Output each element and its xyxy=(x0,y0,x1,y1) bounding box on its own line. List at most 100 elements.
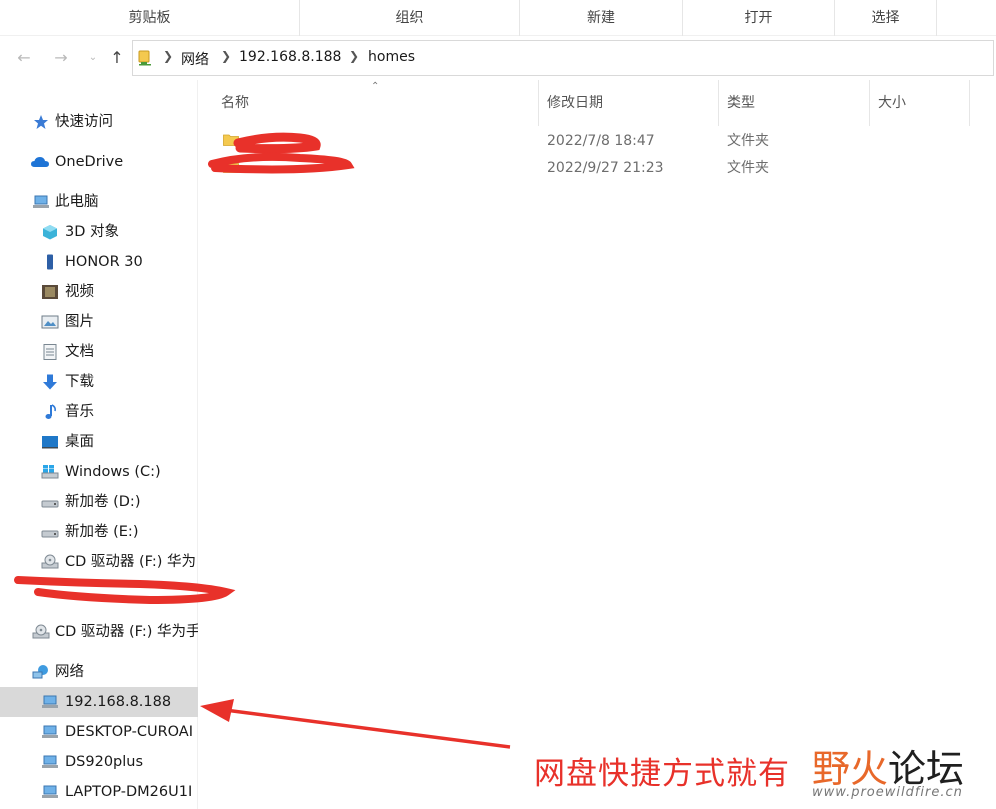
cloud-icon xyxy=(31,157,49,167)
sidebar-item-music[interactable]: 音乐 xyxy=(0,397,198,427)
cube-icon xyxy=(43,225,57,240)
sidebar-item-downloads[interactable]: 下载 xyxy=(0,367,198,397)
address-bar[interactable]: ❯ 网络 ❯ 192.168.8.188 ❯ homes xyxy=(132,40,994,76)
sidebar-item-label: 快速访问 xyxy=(55,114,113,130)
breadcrumb-separator-icon: ❯ xyxy=(349,49,360,63)
document-icon xyxy=(43,344,57,360)
computer-icon xyxy=(33,195,49,208)
sidebar-item-label: 新加卷 (D:) xyxy=(65,494,141,510)
film-icon xyxy=(42,285,58,299)
table-row[interactable]: 2022/9/27 21:23 文件夹 xyxy=(199,155,996,181)
sidebar-item-label: HONOR 30 xyxy=(65,254,143,270)
file-type: 文件夹 xyxy=(727,133,769,149)
sidebar-item-label: 音乐 xyxy=(65,404,94,420)
up-arrow-icon[interactable]: ↑ xyxy=(108,48,126,68)
sidebar-item-label: 新加卷 (E:) xyxy=(65,524,139,540)
sidebar-item-drive-d[interactable]: 新加卷 (D:) xyxy=(0,487,198,517)
column-header-size[interactable]: 大小 xyxy=(870,80,970,126)
sidebar-item-label: OneDrive xyxy=(55,154,124,170)
forward-arrow-icon[interactable]: → xyxy=(52,48,70,68)
sidebar-item-label: LAPTOP-DM26U1I xyxy=(65,784,193,800)
folder-icon xyxy=(223,161,239,173)
sidebar-item-quick-access[interactable]: 快速访问 xyxy=(0,107,198,137)
ribbon-group-bar: 剪贴板 组织 新建 打开 选择 xyxy=(0,0,996,36)
sidebar-item-label: 192.168.8.188 xyxy=(65,694,172,710)
ribbon-group-open[interactable]: 打开 xyxy=(683,0,835,36)
sidebar-item-label: Windows (C:) xyxy=(65,464,161,480)
sidebar-item-network-laptop[interactable]: LAPTOP-DM26U1I xyxy=(0,777,198,807)
sidebar-item-desktop[interactable]: 桌面 xyxy=(0,427,198,457)
phone-icon xyxy=(47,254,53,270)
cd-drive-icon xyxy=(41,554,59,569)
download-arrow-icon xyxy=(43,374,57,390)
sidebar-item-label: CD 驱动器 (F:) 华为手 xyxy=(55,624,198,640)
sidebar-item-label: DS920plus xyxy=(65,754,144,770)
watermark-url: www.proewildfire.cn xyxy=(812,785,963,800)
sort-ascending-icon: ⌃ xyxy=(371,81,380,92)
sidebar-item-drive-c[interactable]: Windows (C:) xyxy=(0,457,198,487)
star-icon xyxy=(34,115,48,129)
folder-icon xyxy=(223,134,239,146)
sidebar-item-label: 此电脑 xyxy=(55,194,99,210)
network-icon xyxy=(32,665,48,679)
sidebar-item-network[interactable]: 网络 xyxy=(0,657,198,687)
music-note-icon xyxy=(45,404,56,419)
column-header-label: 名称 xyxy=(221,95,249,111)
picture-icon xyxy=(41,315,59,329)
sidebar-item-drive-e[interactable]: 新加卷 (E:) xyxy=(0,517,198,547)
network-computer-icon xyxy=(42,725,58,738)
windows-drive-icon xyxy=(41,465,59,479)
breadcrumb-homes[interactable]: homes xyxy=(368,49,415,65)
breadcrumb-separator-icon: ❯ xyxy=(221,49,232,63)
breadcrumb-network[interactable]: 网络 xyxy=(181,49,209,69)
sidebar-item-videos[interactable]: 视频 xyxy=(0,277,198,307)
sidebar-item-label: 下载 xyxy=(65,374,94,390)
ribbon-group-new[interactable]: 新建 xyxy=(520,0,683,36)
file-list-pane: 名称 ⌃ 修改日期 类型 大小 2022/7/8 18:47 文件夹 2022/… xyxy=(199,80,996,809)
column-header-type[interactable]: 类型 xyxy=(719,80,870,126)
hard-drive-icon xyxy=(41,530,59,538)
file-modified-date: 2022/7/8 18:47 xyxy=(547,133,655,149)
sidebar-item-label: CD 驱动器 (F:) 华为 xyxy=(65,554,197,570)
sidebar-item-onedrive[interactable]: OneDrive xyxy=(0,147,198,177)
sidebar-item-3d-objects[interactable]: 3D 对象 xyxy=(0,217,198,247)
sidebar-item-this-pc[interactable]: 此电脑 xyxy=(0,187,198,217)
breadcrumb-separator-icon: ❯ xyxy=(163,49,174,63)
back-arrow-icon[interactable]: ← xyxy=(15,48,33,68)
sidebar-item-label: 图片 xyxy=(65,314,94,330)
navigation-pane: 快速访问 OneDrive 此电脑 3D 对象 HONOR 30 视频 图片 文… xyxy=(0,80,198,809)
desktop-icon xyxy=(42,436,58,449)
sidebar-item-label: 桌面 xyxy=(65,434,94,450)
network-location-icon xyxy=(138,50,151,66)
sidebar-item-pictures[interactable]: 图片 xyxy=(0,307,198,337)
sidebar-item-documents[interactable]: 文档 xyxy=(0,337,198,367)
sidebar-item-label: 网络 xyxy=(55,664,84,680)
sidebar-item-network-192-168-8-188[interactable]: 192.168.8.188 xyxy=(0,687,198,717)
sidebar-item-label: 3D 对象 xyxy=(65,224,119,240)
file-type: 文件夹 xyxy=(727,160,769,176)
network-computer-icon xyxy=(42,695,58,708)
table-row[interactable]: 2022/7/8 18:47 文件夹 xyxy=(199,128,996,154)
column-header-name[interactable]: 名称 ⌃ xyxy=(213,80,539,126)
ribbon-group-organize[interactable]: 组织 xyxy=(300,0,520,36)
address-row: ← → ⌄ ↑ ❯ 网络 ❯ 192.168.8.188 ❯ homes xyxy=(0,36,996,80)
annotation-text: 网盘快捷方式就有 xyxy=(534,756,790,792)
sidebar-item-cd-drive-f[interactable]: CD 驱动器 (F:) 华为 xyxy=(0,547,198,577)
network-computer-icon xyxy=(42,785,58,798)
file-modified-date: 2022/9/27 21:23 xyxy=(547,160,664,176)
ribbon-group-select[interactable]: 选择 xyxy=(835,0,937,36)
network-computer-icon xyxy=(42,755,58,768)
hard-drive-icon xyxy=(41,500,59,508)
sidebar-item-label: 文档 xyxy=(65,344,94,360)
column-header-modified[interactable]: 修改日期 xyxy=(539,80,719,126)
sidebar-item-network-desktop[interactable]: DESKTOP-CUROAI xyxy=(0,717,198,747)
ribbon-group-clipboard[interactable]: 剪贴板 xyxy=(0,0,300,36)
cd-drive-icon xyxy=(32,624,50,639)
sidebar-item-network-ds920plus[interactable]: DS920plus xyxy=(0,747,198,777)
sidebar-item-label: DESKTOP-CUROAI xyxy=(65,724,194,740)
breadcrumb-ip[interactable]: 192.168.8.188 xyxy=(239,49,341,65)
sidebar-item-label: 视频 xyxy=(65,284,94,300)
recent-locations-chevron-icon[interactable]: ⌄ xyxy=(84,48,102,68)
sidebar-item-honor-30[interactable]: HONOR 30 xyxy=(0,247,198,277)
sidebar-item-cd-drive-f-root[interactable]: CD 驱动器 (F:) 华为手 xyxy=(0,617,198,647)
